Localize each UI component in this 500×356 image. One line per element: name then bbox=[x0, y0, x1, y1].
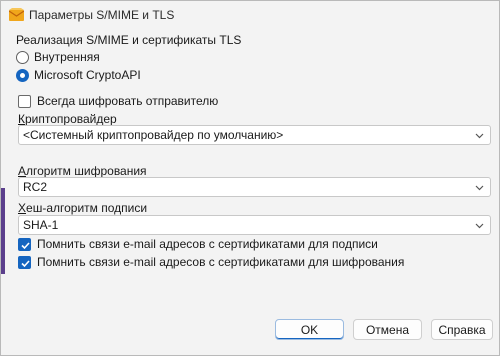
chevron-down-icon bbox=[475, 133, 484, 139]
cancel-button[interactable]: Отмена bbox=[353, 319, 422, 340]
remember-signing-checkbox[interactable]: Помнить связи e-mail адресов с сертифика… bbox=[18, 237, 378, 251]
crypto-provider-value: <Системный криптопровайдер по умолчанию> bbox=[23, 128, 284, 142]
checkmark-icon bbox=[21, 259, 30, 267]
title-bar[interactable]: Параметры S/MIME и TLS bbox=[1, 1, 499, 29]
radio-cryptoapi-indicator[interactable] bbox=[16, 68, 29, 82]
encryption-algorithm-label: Алгоритм шифрования bbox=[18, 164, 147, 178]
remember-signing-box[interactable] bbox=[18, 237, 31, 251]
outlook-envelope-icon bbox=[9, 8, 24, 21]
crypto-provider-select[interactable]: <Системный криптопровайдер по умолчанию> bbox=[18, 125, 491, 145]
encryption-algorithm-select[interactable]: RC2 bbox=[18, 177, 491, 197]
window-title: Параметры S/MIME и TLS bbox=[29, 8, 175, 22]
always-encrypt-checkbox[interactable]: Всегда шифровать отправителю bbox=[18, 94, 218, 108]
encryption-algorithm-value: RC2 bbox=[23, 180, 48, 194]
chevron-down-icon bbox=[475, 185, 484, 191]
background-strip bbox=[1, 188, 5, 274]
hash-algorithm-select[interactable]: SHA-1 bbox=[18, 215, 491, 235]
remember-encryption-label: Помнить связи e-mail адресов с сертифика… bbox=[37, 255, 405, 269]
hash-algorithm-label: Хеш-алгоритм подписи bbox=[18, 201, 148, 215]
crypto-provider-label: Криптопровайдер bbox=[18, 112, 117, 126]
always-encrypt-label: Всегда шифровать отправителю bbox=[37, 94, 219, 108]
radio-internal[interactable]: Внутренняя bbox=[16, 50, 100, 64]
radio-cryptoapi-label: Microsoft CryptoAPI bbox=[34, 68, 141, 82]
ok-button[interactable]: OK bbox=[275, 319, 344, 340]
radio-internal-indicator[interactable] bbox=[16, 50, 29, 64]
radio-cryptoapi[interactable]: Microsoft CryptoAPI bbox=[16, 68, 141, 82]
radio-internal-label: Внутренняя bbox=[34, 50, 100, 64]
help-button[interactable]: Справка bbox=[431, 319, 493, 340]
checkmark-icon bbox=[21, 241, 30, 249]
chevron-down-icon bbox=[475, 223, 484, 229]
always-encrypt-box[interactable] bbox=[18, 94, 31, 108]
hash-algorithm-value: SHA-1 bbox=[23, 218, 59, 232]
remember-encryption-box[interactable] bbox=[18, 255, 31, 269]
smime-tls-dialog: Параметры S/MIME и TLS Реализация S/MIME… bbox=[0, 0, 500, 356]
remember-signing-label: Помнить связи e-mail адресов с сертифика… bbox=[37, 237, 378, 251]
implementation-group-title: Реализация S/MIME и сертификаты TLS bbox=[16, 33, 242, 47]
remember-encryption-checkbox[interactable]: Помнить связи e-mail адресов с сертифика… bbox=[18, 255, 404, 269]
